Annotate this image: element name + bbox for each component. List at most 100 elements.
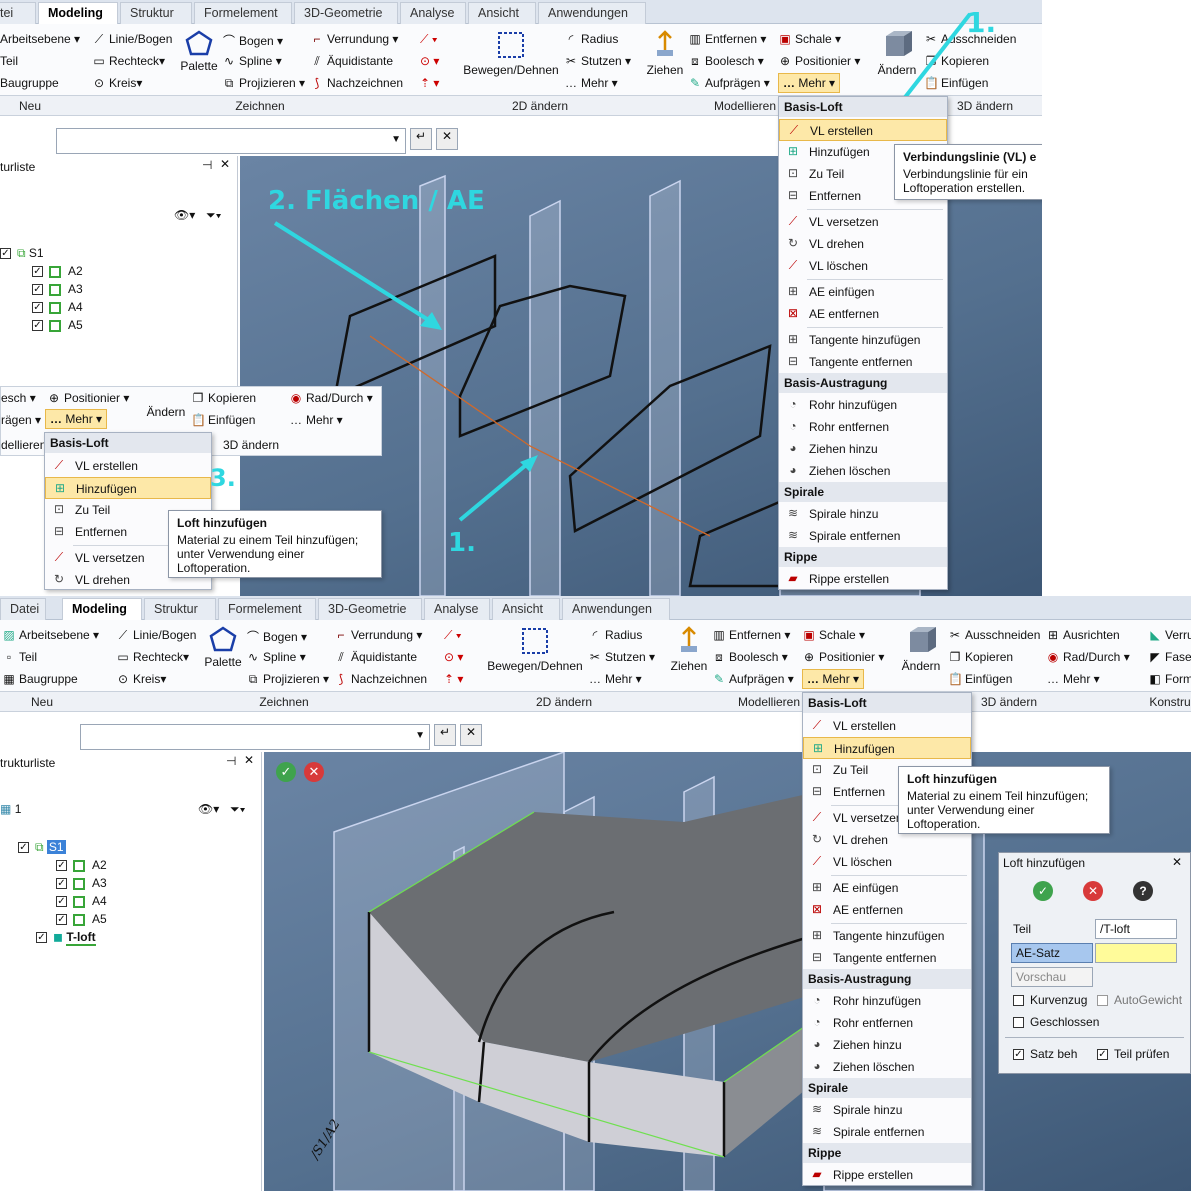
autogewicht-checkbox[interactable]: AutoGewicht — [1097, 993, 1182, 1007]
menu-ae-einfuegen-2[interactable]: ⊞ AE einfügen — [803, 877, 971, 899]
schale-button-2[interactable]: ▣ Schale ▾ — [802, 628, 865, 642]
menu-spirale-entfernen-2[interactable]: ≋ Spirale entfernen — [803, 1121, 971, 1143]
mini-kopieren[interactable]: ❐ Kopieren — [191, 391, 256, 405]
menu-vl-erstellen[interactable]: ⟋ VL erstellen — [779, 119, 947, 141]
mini-mehr-button[interactable]: … Mehr ▾ — [45, 409, 108, 429]
menu-tangente-hinzufuegen[interactable]: ⊞ Tangente hinzufügen — [779, 329, 947, 351]
filter-icon[interactable]: ⏷▾ — [206, 208, 221, 223]
verrundung-button[interactable]: ⌐ Verrundung ▾ — [310, 32, 398, 46]
tree-item-s1-2[interactable]: ✓ ⧉ S1 — [18, 840, 66, 855]
menu-ziehen-loeschen[interactable]: ◕ Ziehen löschen — [779, 460, 947, 482]
reject-icon[interactable]: ✕ — [304, 762, 324, 782]
tab-modeling-2[interactable]: Modeling — [62, 598, 142, 621]
mini-boolesch[interactable]: esch ▾ — [1, 391, 36, 405]
tab-modeling[interactable]: Modeling — [38, 2, 118, 25]
bewegen-dehnen-button[interactable]: Bewegen/Dehnen — [462, 30, 560, 77]
tab-anwendungen[interactable]: Anwendungen — [538, 2, 646, 24]
dialog-cancel-icon[interactable]: ✕ — [1083, 881, 1103, 901]
command-input-2[interactable]: ▼ — [80, 724, 430, 750]
mehr-2d-button[interactable]: … Mehr ▾ — [564, 76, 618, 90]
menu-ziehen-loeschen-2[interactable]: ◕ Ziehen löschen — [803, 1056, 971, 1078]
mehr-modellieren-button[interactable]: … Mehr ▾ — [778, 73, 841, 93]
bewegen-dehnen-button-2[interactable]: Bewegen/Dehnen — [486, 626, 584, 673]
menu-rippe-erstellen[interactable]: ▰ Rippe erstellen — [779, 568, 947, 590]
projizieren-button[interactable]: ⧉ Projizieren ▾ — [222, 76, 305, 91]
tree-root[interactable]: ▦ 1 — [0, 802, 21, 816]
aequidistante-button[interactable]: ⫽ Äquidistante — [310, 54, 393, 69]
menu-spirale-hinzu-2[interactable]: ≋ Spirale hinzu — [803, 1099, 971, 1121]
tab-3d-geometrie-2[interactable]: 3D-Geometrie — [318, 598, 422, 620]
tab-struktur-2[interactable]: Struktur — [144, 598, 216, 620]
binoculars-icon-2[interactable]: 👁▾ — [198, 802, 219, 816]
satz-beh-checkbox[interactable]: ✓ Satz beh — [1013, 1047, 1077, 1061]
menu-rohr-entfernen[interactable]: ◔ Rohr entfernen — [779, 416, 947, 438]
cancel-input-button[interactable]: ✕ — [436, 128, 458, 150]
tab-formelement-2[interactable]: Formelement — [218, 598, 316, 620]
radius-button[interactable]: ◜ Radius — [564, 32, 619, 46]
teil-button[interactable]: Teil — [0, 54, 18, 68]
mehr-2d-button-2[interactable]: … Mehr ▾ — [588, 672, 642, 686]
teil-button-2[interactable]: ▫ Teil — [2, 650, 37, 664]
dimension-dropdown[interactable]: ⇡ ▾ — [420, 76, 439, 90]
ziehen-button[interactable]: Ziehen — [644, 30, 686, 77]
tab-anwendungen-2[interactable]: Anwendungen — [562, 598, 670, 620]
line-style-dropdown-2[interactable]: ⟋ ▾ — [444, 628, 462, 643]
mini-aufpraegen[interactable]: rägen ▾ — [1, 413, 41, 427]
aendern-button-2[interactable]: Ändern — [898, 626, 944, 673]
boolesch-button-2[interactable]: ⧈ Boolesch ▾ — [712, 650, 788, 665]
ausschneiden-button-2[interactable]: ✂ Ausschneiden — [948, 628, 1040, 642]
tab-datei-2[interactable]: Datei — [0, 598, 46, 620]
entfernen-button[interactable]: ▥ Entfernen ▾ — [688, 32, 766, 46]
rechteck-button-2[interactable]: ▭ Rechteck▾ — [116, 650, 189, 664]
mini-hinzufuegen[interactable]: ⊞ Hinzufügen — [45, 477, 211, 499]
tab-struktur[interactable]: Struktur — [120, 2, 192, 24]
menu-vl-erstellen-2[interactable]: ⟋ VL erstellen — [803, 715, 971, 737]
tree-item-a5[interactable]: ✓ A5 — [32, 318, 83, 332]
menu-vl-loeschen[interactable]: ⟋ VL löschen — [779, 255, 947, 277]
bogen-button-2[interactable]: ⌒ Bogen ▾ — [246, 628, 307, 645]
tree-item-t-loft[interactable]: ✓ ◼ T-loft — [36, 930, 96, 946]
kurvenzug-checkbox[interactable]: Kurvenzug — [1013, 993, 1087, 1007]
tree-item-a2[interactable]: ✓ A2 — [32, 264, 83, 278]
stutzen-button-2[interactable]: ✂ Stutzen ▾ — [588, 650, 655, 664]
menu-tangente-hinzufuegen-2[interactable]: ⊞ Tangente hinzufügen — [803, 925, 971, 947]
dialog-close-icon[interactable]: ✕ — [1172, 855, 1182, 869]
mini-vl-erstellen[interactable]: ⟋ VL erstellen — [45, 455, 211, 477]
enter-button-2[interactable]: ↵ — [434, 724, 456, 746]
mini-positionier[interactable]: ⊕ Positionier ▾ — [47, 391, 129, 405]
nachzeichnen-button-2[interactable]: ⟆ Nachzeichnen — [334, 672, 427, 686]
point-dropdown[interactable]: ⊙ ▾ — [420, 54, 439, 68]
tab-ansicht-2[interactable]: Ansicht — [492, 598, 560, 620]
entfernen-button-2[interactable]: ▥ Entfernen ▾ — [712, 628, 790, 642]
dialog-help-icon[interactable]: ? — [1133, 881, 1153, 901]
binoculars-icon[interactable]: 👁▾ — [174, 208, 195, 222]
fase-button[interactable]: ◤ Fase — [1148, 650, 1191, 664]
baugruppe-button[interactable]: Baugruppe — [0, 76, 59, 90]
linie-bogen-button-2[interactable]: ⟋ Linie/Bogen — [116, 628, 197, 643]
enter-button[interactable]: ↵ — [410, 128, 432, 150]
dialog-ok-icon[interactable]: ✓ — [1033, 881, 1053, 901]
nachzeichnen-button[interactable]: ⟆ Nachzeichnen — [310, 76, 403, 90]
tree-item-a4-2[interactable]: ✓ A4 — [56, 894, 107, 908]
menu-rohr-entfernen-2[interactable]: ◔ Rohr entfernen — [803, 1012, 971, 1034]
radius-button-2[interactable]: ◜ Radius — [588, 628, 643, 642]
dimension-dropdown-2[interactable]: ⇡ ▾ — [444, 672, 463, 686]
form-button[interactable]: ◧ Form — [1148, 672, 1191, 686]
tab-datei[interactable]: tei — [0, 2, 36, 24]
baugruppe-button-2[interactable]: ▦ Baugruppe — [2, 672, 77, 686]
aufpraegen-button-2[interactable]: ✎ Aufprägen ▾ — [712, 672, 794, 686]
kreis-button-2[interactable]: ⊙ Kreis▾ — [116, 672, 166, 686]
kopieren-button-2[interactable]: ❐ Kopieren — [948, 650, 1013, 664]
line-style-dropdown[interactable]: ⟋ ▾ — [420, 32, 438, 47]
tree-item-a5-2[interactable]: ✓ A5 — [56, 912, 107, 926]
menu-vl-drehen[interactable]: ↻ VL drehen — [779, 233, 947, 255]
pin-icon[interactable]: ⊣ — [202, 158, 212, 172]
menu-ziehen-hinzu[interactable]: ◕ Ziehen hinzu — [779, 438, 947, 460]
menu-tangente-entfernen[interactable]: ⊟ Tangente entfernen — [779, 351, 947, 373]
mini-einfuegen[interactable]: 📋 Einfügen — [191, 413, 255, 427]
tab-formelement[interactable]: Formelement — [194, 2, 292, 24]
close-icon[interactable]: ✕ — [220, 157, 230, 171]
pin-icon-2[interactable]: ⊣ — [226, 754, 236, 768]
arbeitsebene-button-2[interactable]: ▨ Arbeitsebene ▾ — [2, 628, 99, 642]
menu-spirale-entfernen[interactable]: ≋ Spirale entfernen — [779, 525, 947, 547]
